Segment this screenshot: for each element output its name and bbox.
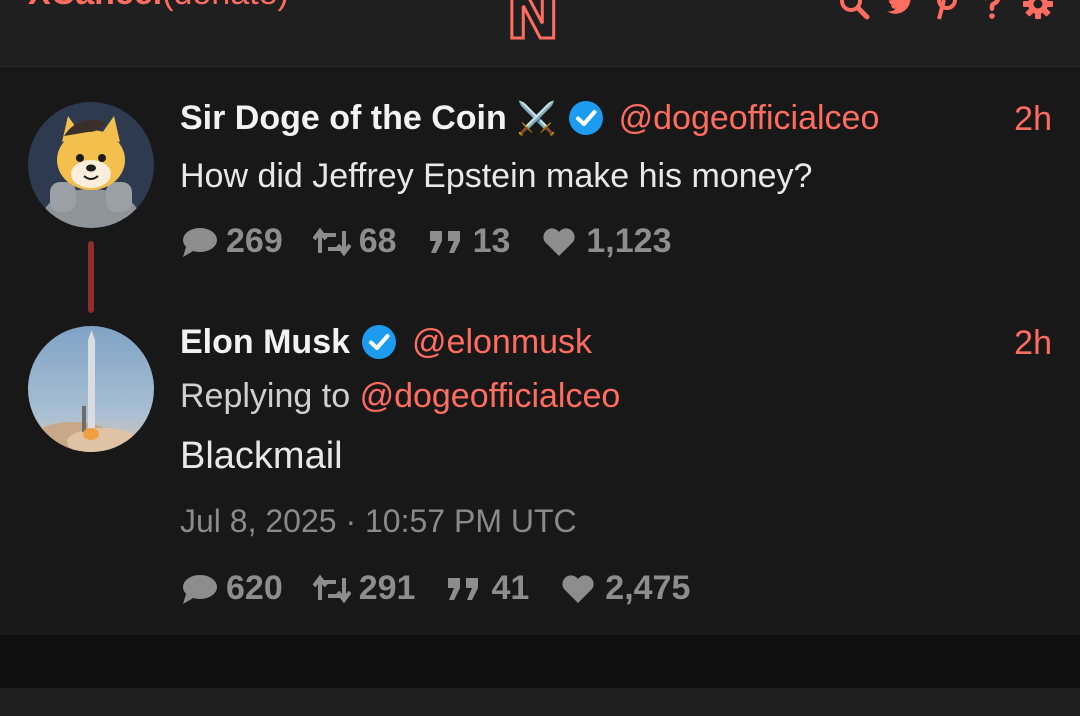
retweet-count-value: 291 [358,569,416,607]
quote-count-value: 13 [472,222,511,260]
thread-connector-line [88,241,94,313]
thread-container: Sir Doge of the Coin ⚔️ @dogeofficialceo… [0,67,1080,635]
gear-icon[interactable] [1022,0,1054,20]
replying-to-link[interactable]: @dogeofficialceo [360,377,621,415]
tweet-header: Sir Doge of the Coin ⚔️ @dogeofficialceo [180,98,879,138]
reply-count-value: 620 [226,569,283,607]
nitter-logo[interactable]: N [505,0,562,56]
navbar: XCancel(donate) N [0,0,1080,67]
tweet-header: Elon Musk @elonmusk [180,322,592,362]
next-section [0,688,1080,716]
retweet-icon [312,227,351,256]
quote-count[interactable]: 13 [427,222,511,261]
username-link[interactable]: @dogeofficialceo [619,99,880,138]
quote-icon [429,230,460,253]
like-count-value: 2,475 [605,569,691,607]
like-count[interactable]: 1,123 [540,222,671,261]
tweet-stats: 269 68 13 1,123 [180,222,701,261]
name-emoji: ⚔️ [516,100,557,136]
comment-icon [183,574,217,604]
like-count-value: 1,123 [586,222,672,260]
retweet-count[interactable]: 68 [312,222,397,261]
tweet-stats: 620 291 41 2,475 [180,569,720,608]
verified-badge-icon [360,323,398,361]
tweet-time[interactable]: 2h [1014,100,1052,139]
replying-prefix: Replying to [180,377,351,415]
help-icon[interactable] [976,0,1008,20]
twitter-icon[interactable] [884,0,916,20]
username-link[interactable]: @elonmusk [412,323,592,362]
tweet-text: Blackmail [180,435,343,477]
quote-count[interactable]: 41 [445,569,529,608]
avatar-doge[interactable] [28,102,154,228]
replying-to: Replying to @dogeofficialceo [180,377,620,416]
reply-count-value: 269 [226,222,283,260]
avatar-elon[interactable] [28,326,154,452]
tweet-text: How did Jeffrey Epstein make his money? [180,157,813,195]
nav-icons [838,0,1054,20]
brand-name[interactable]: XCancel [28,0,162,12]
reply-count[interactable]: 620 [180,569,283,608]
quote-count-value: 41 [491,569,530,607]
donate-link[interactable]: (donate) [162,0,289,12]
like-count[interactable]: 2,475 [559,569,690,608]
display-name[interactable]: Elon Musk [180,323,350,362]
pinterest-icon[interactable] [930,0,962,20]
display-name[interactable]: Sir Doge of the Coin [180,99,507,138]
tweet-time[interactable]: 2h [1014,324,1052,363]
quote-icon [448,577,479,600]
comment-icon [183,227,217,257]
reply-count[interactable]: 269 [180,222,283,261]
tweet-doge[interactable]: Sir Doge of the Coin ⚔️ @dogeofficialceo… [0,67,1080,313]
verified-badge-icon [567,99,605,137]
heart-icon [543,227,575,256]
retweet-icon [312,574,351,603]
retweet-count-value: 68 [358,222,397,260]
brand-link[interactable]: XCancel(donate) [28,0,289,13]
search-icon[interactable] [838,0,870,20]
tweet-date[interactable]: Jul 8, 2025 · 10:57 PM UTC [180,503,577,540]
tweet-elon[interactable]: Elon Musk @elonmusk 2h Replying to @doge… [0,307,1080,635]
retweet-count[interactable]: 291 [312,569,416,608]
heart-icon [562,574,594,603]
